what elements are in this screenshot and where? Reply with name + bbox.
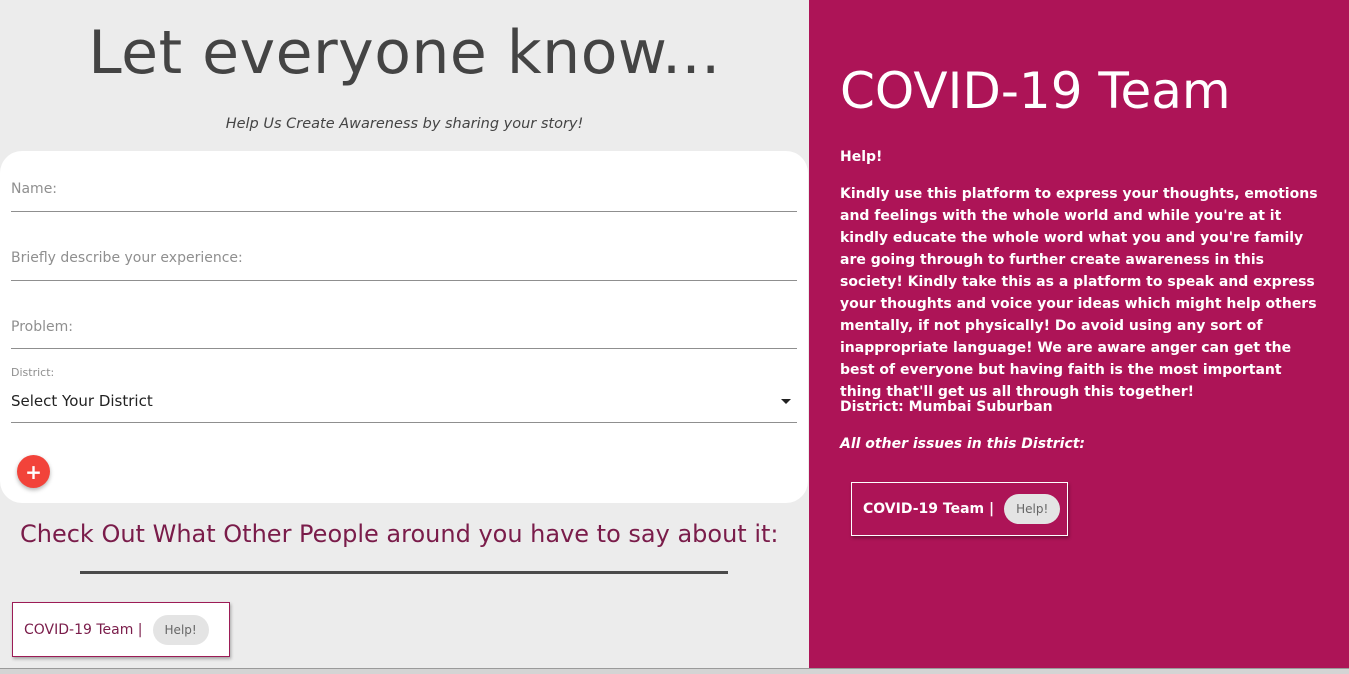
detail-district: District: Mumbai Suburban	[840, 399, 1053, 415]
story-detail-panel: COVID-19 Team Help! Kindly use this plat…	[809, 0, 1349, 668]
district-select[interactable]: District: Select Your District	[11, 364, 797, 423]
district-issue-card[interactable]: COVID-19 Team | Help!	[851, 482, 1068, 536]
issue-card-tag[interactable]: Help!	[1004, 494, 1061, 524]
story-card-team: COVID-19 Team |	[24, 621, 143, 638]
experience-field[interactable]: Briefly describe your experience:	[11, 242, 797, 281]
name-label: Name:	[11, 181, 58, 197]
divider	[80, 571, 728, 574]
page-subtitle: Help Us Create Awareness by sharing your…	[225, 116, 584, 132]
experience-label: Briefly describe your experience:	[11, 250, 243, 266]
problem-field[interactable]: Problem:	[11, 311, 797, 349]
story-form: Name: Briefly describe your experience: …	[0, 151, 808, 503]
other-people-heading: Check Out What Other People around you h…	[20, 520, 779, 548]
district-selected-value: Select Your District	[11, 392, 153, 410]
add-story-button[interactable]: +	[17, 455, 50, 488]
story-card[interactable]: COVID-19 Team | Help!	[12, 602, 230, 657]
problem-label: Problem:	[11, 319, 73, 335]
other-issues-heading: All other issues in this District:	[840, 436, 1086, 452]
detail-title: COVID-19 Team	[840, 62, 1231, 120]
chevron-down-icon	[781, 399, 791, 404]
issue-card-team: COVID-19 Team |	[863, 501, 995, 517]
story-form-panel: Let everyone know... Help Us Create Awar…	[0, 0, 809, 668]
district-label: District:	[11, 366, 55, 379]
detail-story-text: Kindly use this platform to express your…	[840, 186, 1318, 400]
story-card-tag[interactable]: Help!	[152, 614, 209, 645]
page-title: Let everyone know...	[88, 18, 721, 88]
name-field[interactable]: Name:	[11, 173, 797, 212]
detail-problem: Help!	[840, 149, 883, 165]
taskbar	[0, 668, 1349, 674]
